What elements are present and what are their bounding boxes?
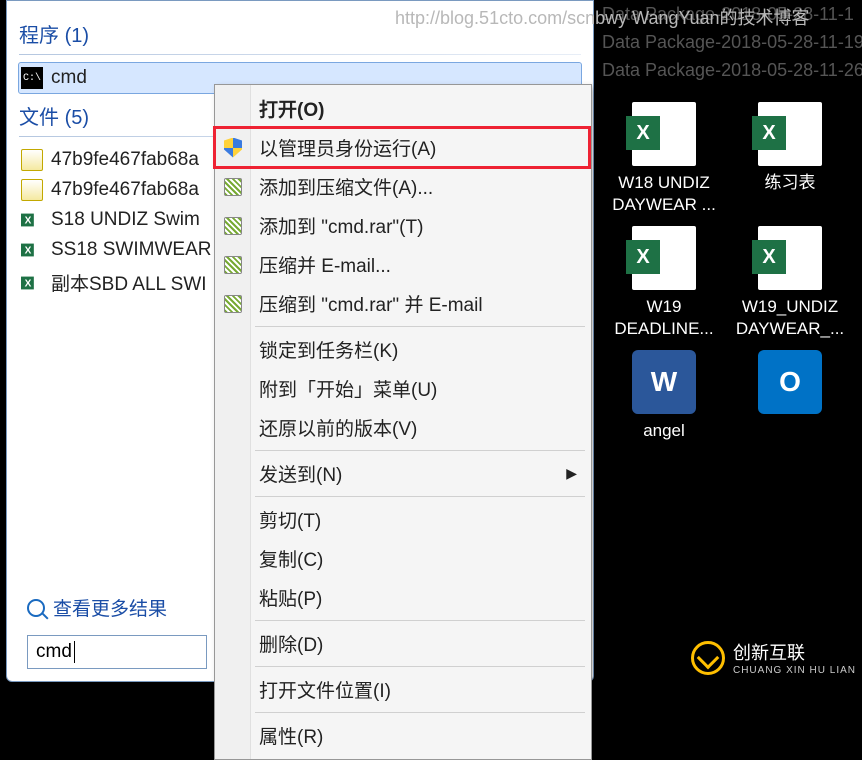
cm-label: 锁定到任务栏(K) [259, 336, 398, 363]
icon-label: angel [643, 420, 685, 442]
cm-label: 打开文件位置(I) [259, 676, 391, 703]
cm-add-to-cmd-rar[interactable]: 添加到 "cmd.rar"(T) [215, 206, 589, 245]
brand-name: 创新互联 [733, 639, 856, 665]
word-icon: W [632, 350, 696, 414]
svg-text:X: X [25, 246, 32, 257]
result-label: 副本SBD ALL SWI [51, 269, 207, 296]
rar-icon [221, 253, 245, 277]
cm-label: 还原以前的版本(V) [259, 414, 417, 441]
cm-pin-taskbar[interactable]: 锁定到任务栏(K) [215, 330, 589, 369]
cm-copy[interactable]: 复制(C) [215, 539, 589, 578]
cm-separator [255, 712, 585, 713]
cm-label: 删除(D) [259, 630, 323, 657]
result-label: SS18 SWIMWEAR [51, 239, 211, 261]
header-label: 文件 [19, 107, 59, 129]
brand-sub: CHUANG XIN HU LIAN [733, 665, 856, 676]
cm-send-to[interactable]: 发送到(N) ▶ [215, 454, 589, 493]
cm-compress-cmd-email[interactable]: 压缩到 "cmd.rar" 并 E-mail [215, 284, 589, 323]
cm-separator [255, 326, 585, 327]
cm-label: 附到「开始」菜单(U) [259, 375, 437, 402]
desktop-icons: W18 UNDIZ DAYWEAR ... 练习表 W19 DEADLINE..… [596, 84, 862, 460]
icon-label: W18 UNDIZ DAYWEAR ... [604, 172, 724, 216]
cm-label: 压缩并 E-mail... [259, 251, 391, 278]
cm-compress-email[interactable]: 压缩并 E-mail... [215, 245, 589, 284]
cm-delete[interactable]: 删除(D) [215, 624, 589, 663]
cm-separator [255, 450, 585, 451]
cm-label: 复制(C) [259, 545, 323, 572]
result-label: S18 UNDIZ Swim [51, 209, 200, 231]
excel-icon [758, 226, 822, 290]
desktop-icon-excel[interactable]: W19 DEADLINE... [604, 226, 724, 340]
header-count: (5) [65, 107, 89, 129]
script-icon [21, 179, 43, 201]
excel-icon [632, 226, 696, 290]
cm-label: 属性(R) [259, 722, 323, 749]
rar-icon [221, 175, 245, 199]
cm-paste[interactable]: 粘贴(P) [215, 578, 589, 617]
cm-label: 添加到压缩文件(A)... [259, 173, 433, 200]
brand-logo-icon [691, 641, 725, 675]
rar-icon [221, 292, 245, 316]
desktop-icon-excel[interactable]: 练习表 [730, 102, 850, 216]
search-value: cmd [36, 641, 72, 663]
cm-open-file-location[interactable]: 打开文件位置(I) [215, 670, 589, 709]
result-label: 47b9fe467fab68a [51, 149, 199, 171]
desktop-icon-word[interactable]: Wangel [604, 350, 724, 442]
script-icon [21, 149, 43, 171]
desktop-icon-outlook[interactable]: O [730, 350, 850, 442]
result-label: 47b9fe467fab68a [51, 179, 199, 201]
header-count: (1) [65, 25, 89, 47]
brand-badge: 创新互联 CHUANG XIN HU LIAN [691, 639, 856, 676]
desktop-icon-excel[interactable]: W19_UNDIZ DAYWEAR_... [730, 226, 850, 340]
cm-open[interactable]: 打开(O) [215, 89, 589, 128]
cm-label: 剪切(T) [259, 506, 321, 533]
divider [19, 54, 581, 55]
text-caret [74, 641, 75, 663]
header-label: 程序 [19, 25, 59, 47]
svg-text:X: X [25, 216, 32, 227]
cmd-icon: C:\ [21, 67, 43, 89]
cm-label: 添加到 "cmd.rar"(T) [259, 212, 423, 239]
desktop-area: Data Package-2018-05-28-11-1 Data Packag… [596, 0, 862, 682]
cm-separator [255, 496, 585, 497]
icon-label: W19 DEADLINE... [604, 296, 724, 340]
bg-line: Data Package-2018-05-28-11-19 [602, 28, 856, 56]
cm-restore-previous[interactable]: 还原以前的版本(V) [215, 408, 589, 447]
excel-icon: X [21, 239, 43, 261]
desktop-icon-excel[interactable]: W18 UNDIZ DAYWEAR ... [604, 102, 724, 216]
svg-text:X: X [25, 278, 32, 289]
icon-label: W19_UNDIZ DAYWEAR_... [730, 296, 850, 340]
cm-label: 发送到(N) [259, 460, 342, 487]
see-more-label: 查看更多结果 [53, 594, 167, 621]
watermark-text: http://blog.51cto.com/scnbwy WangYuan的技术… [395, 4, 810, 30]
outlook-icon: O [758, 350, 822, 414]
bg-line: Data Package-2018-05-28-11-26 [602, 56, 856, 84]
cm-cut[interactable]: 剪切(T) [215, 500, 589, 539]
excel-icon: X [21, 272, 43, 294]
result-label: cmd [51, 67, 87, 89]
rar-icon [221, 214, 245, 238]
cm-separator [255, 620, 585, 621]
cm-label: 以管理员身份运行(A) [259, 134, 436, 161]
search-input[interactable]: cmd [27, 635, 207, 669]
cm-separator [255, 666, 585, 667]
see-more-results[interactable]: 查看更多结果 [27, 594, 167, 621]
cm-properties[interactable]: 属性(R) [215, 716, 589, 755]
excel-icon: X [21, 209, 43, 231]
cm-pin-start[interactable]: 附到「开始」菜单(U) [215, 369, 589, 408]
chevron-right-icon: ▶ [566, 465, 577, 482]
excel-icon [758, 102, 822, 166]
cm-label: 打开(O) [259, 95, 324, 122]
cm-run-as-admin[interactable]: 以管理员身份运行(A) [215, 128, 589, 167]
shield-icon [221, 136, 245, 160]
cm-add-to-archive[interactable]: 添加到压缩文件(A)... [215, 167, 589, 206]
cm-label: 粘贴(P) [259, 584, 322, 611]
search-icon [27, 599, 45, 617]
excel-icon [632, 102, 696, 166]
icon-label: 练习表 [765, 172, 816, 194]
cm-label: 压缩到 "cmd.rar" 并 E-mail [259, 290, 483, 317]
context-menu: 打开(O) 以管理员身份运行(A) 添加到压缩文件(A)... 添加到 "cmd… [214, 84, 592, 760]
